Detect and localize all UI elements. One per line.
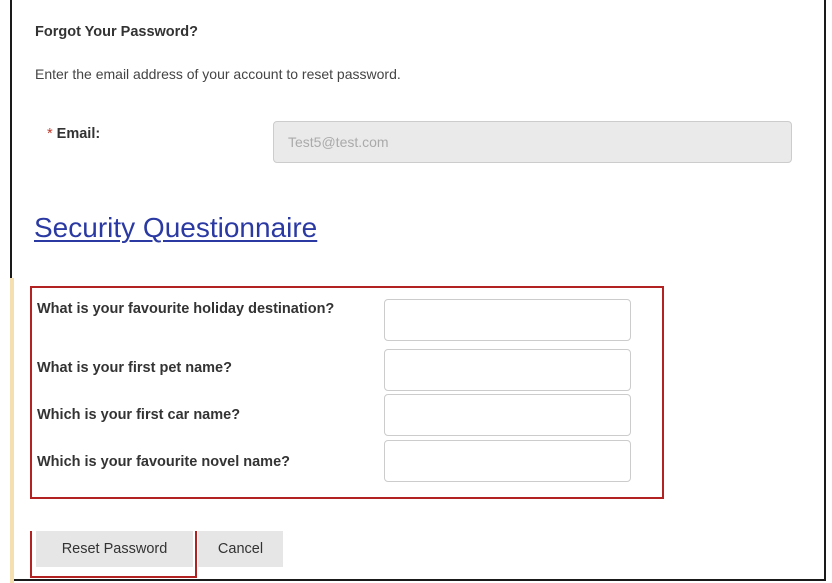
email-label: * Email: (47, 126, 100, 142)
answer-input-novel[interactable] (384, 440, 631, 482)
required-marker: * (47, 126, 53, 142)
cancel-button[interactable]: Cancel (198, 531, 283, 567)
email-field[interactable]: Test5@test.com (273, 121, 792, 163)
answer-input-car[interactable] (384, 394, 631, 436)
answer-input-pet[interactable] (384, 349, 631, 391)
email-label-text: Email: (56, 126, 101, 142)
reset-button-highlight (30, 531, 197, 578)
question-label-holiday: What is your favourite holiday destinati… (37, 301, 335, 317)
question-label-pet: What is your first pet name? (37, 360, 232, 376)
instructions-text: Enter the email address of your account … (35, 66, 401, 82)
side-strip (10, 278, 14, 583)
page-title: Forgot Your Password? (35, 24, 199, 40)
answer-input-holiday[interactable] (384, 299, 631, 341)
question-label-car: Which is your first car name? (37, 407, 241, 423)
security-questionnaire-heading[interactable]: Security Questionnaire (34, 212, 317, 244)
question-label-novel: Which is your favourite novel name? (37, 454, 290, 470)
